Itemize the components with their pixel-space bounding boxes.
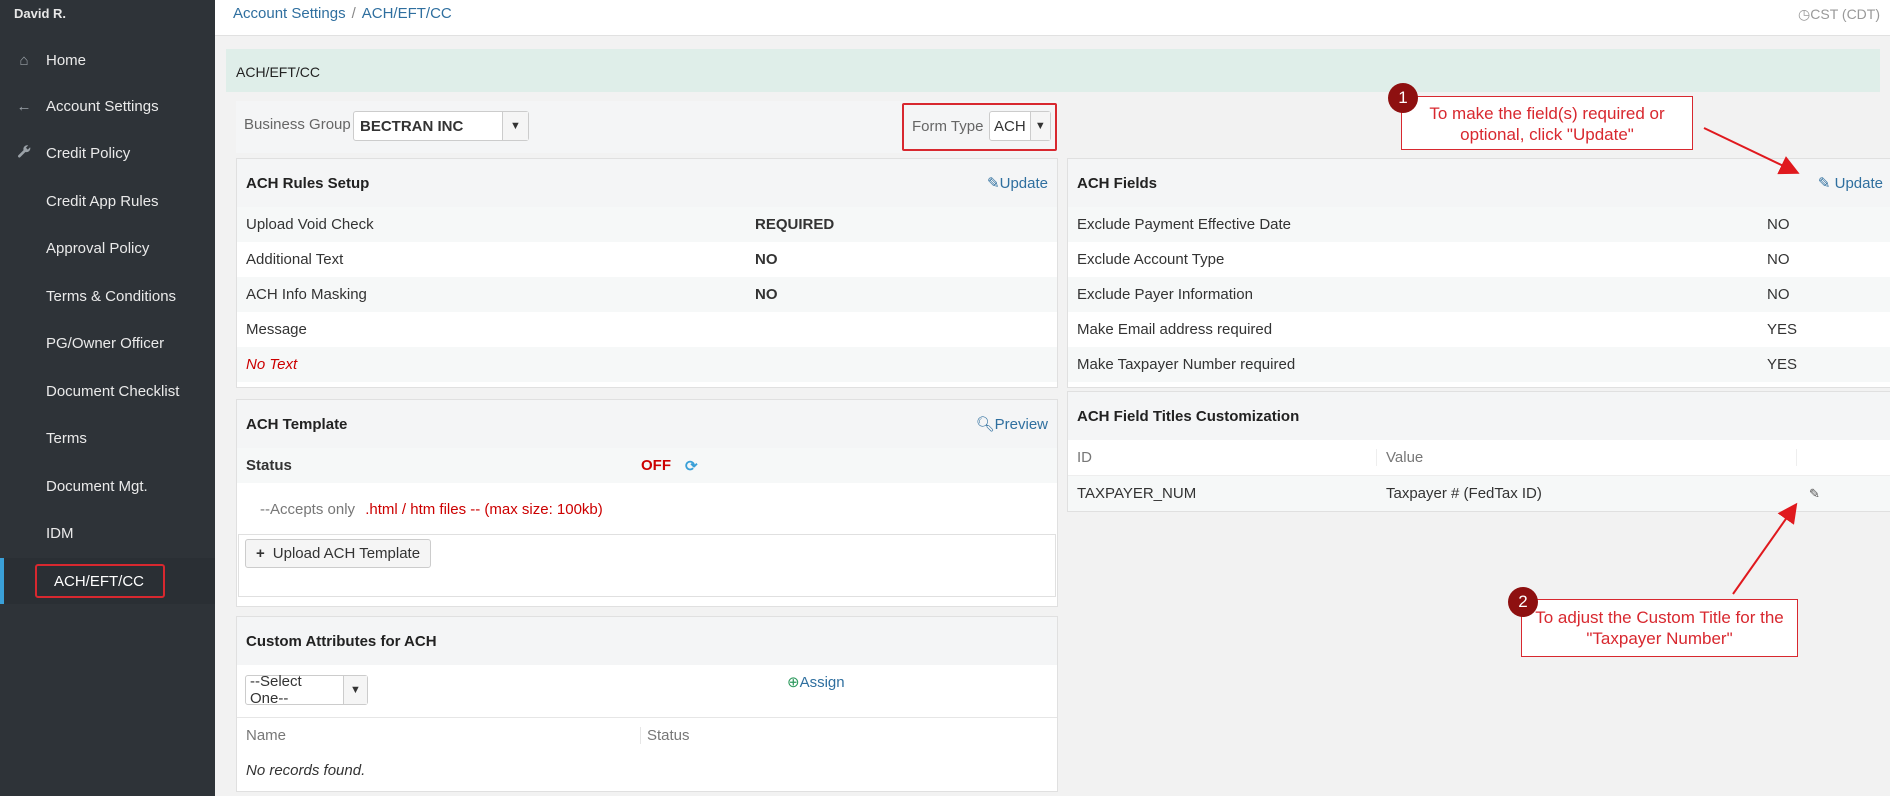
callout-1: To make the field(s) required or optiona… (1401, 96, 1693, 150)
callout-1-number: 1 (1388, 83, 1418, 113)
arrow-1 (1703, 127, 1800, 175)
callout-2-number: 2 (1508, 587, 1538, 617)
arrow-2 (1732, 502, 1798, 595)
callout-2: To adjust the Custom Title for the "Taxp… (1521, 599, 1798, 657)
